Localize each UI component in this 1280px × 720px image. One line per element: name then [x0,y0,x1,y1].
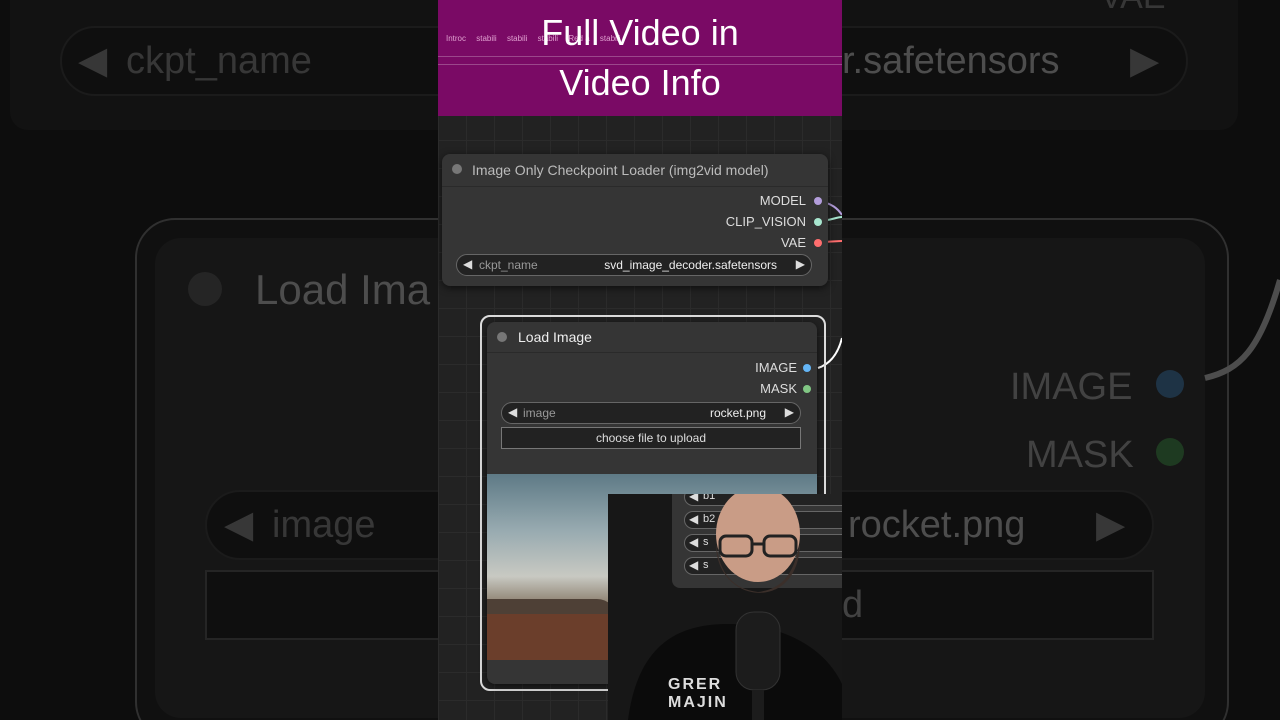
output-image-label: IMAGE [755,360,797,375]
image-combo[interactable]: ◀ image rocket.png ▶ [501,402,801,424]
output-image-slot[interactable] [803,364,811,372]
decrement-arrow-icon[interactable]: ◀ [463,257,472,271]
choose-file-button[interactable]: choose file to upload [501,427,801,449]
title-divider [442,186,828,187]
output-clip-vision-label: CLIP_VISION [725,214,806,229]
video-strip: Image Only Checkpoint Loader (img2vid mo… [438,0,842,720]
promo-banner: Introc stabili stabili stabili Red a sta… [438,0,842,116]
combo-value: rocket.png [709,406,766,420]
output-mask-slot[interactable] [803,385,811,393]
ckpt-name-combo[interactable]: ◀ ckpt_name svd_image_decoder.safetensor… [456,254,812,276]
combo-label: image [523,406,556,420]
banner-caption: Full Video in Video Info [438,8,842,108]
node-title: Load Image [518,329,592,345]
output-model-slot[interactable] [814,197,822,205]
presenter-figure [628,494,842,720]
banner-line-1: Full Video in [541,12,739,53]
banner-line-2: Video Info [559,62,721,103]
title-divider [487,352,817,353]
output-model-label: MODEL [759,193,806,208]
shirt-print: GRER MAJIN [668,676,728,711]
output-vae-slot[interactable] [814,239,822,247]
output-mask-label: MASK [760,381,797,396]
combo-label: ckpt_name [479,258,538,272]
combo-value: svd_image_decoder.safetensors [604,258,777,272]
checkpoint-loader-node[interactable]: Image Only Checkpoint Loader (img2vid mo… [442,154,828,286]
increment-arrow-icon[interactable]: ▶ [796,257,805,271]
preview-canyon [487,614,627,660]
increment-arrow-icon[interactable]: ▶ [785,405,794,419]
node-title: Image Only Checkpoint Loader (img2vid mo… [472,162,769,178]
output-vae-label: VAE [780,235,806,250]
node-collapse-dot[interactable] [497,332,507,342]
webcam-overlay: ◀ b1 ◀ b2 ◀ s ◀ s GRER MAJIN [608,494,842,720]
node-collapse-dot[interactable] [452,164,462,174]
output-clip-vision-slot[interactable] [814,218,822,226]
decrement-arrow-icon[interactable]: ◀ [508,405,517,419]
